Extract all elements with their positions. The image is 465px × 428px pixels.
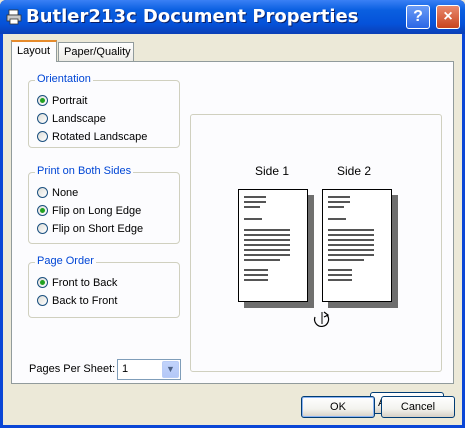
window-border [0,34,465,428]
close-button[interactable]: × [436,5,460,29]
help-button[interactable]: ? [406,5,430,29]
title-bar[interactable]: Butler213c Document Properties ? × [0,0,465,34]
printer-icon [6,9,22,25]
dialog-window: Butler213c Document Properties ? × Layou… [0,0,465,428]
window-title: Butler213c Document Properties [26,6,359,27]
tab-layout[interactable]: Layout [11,40,57,62]
